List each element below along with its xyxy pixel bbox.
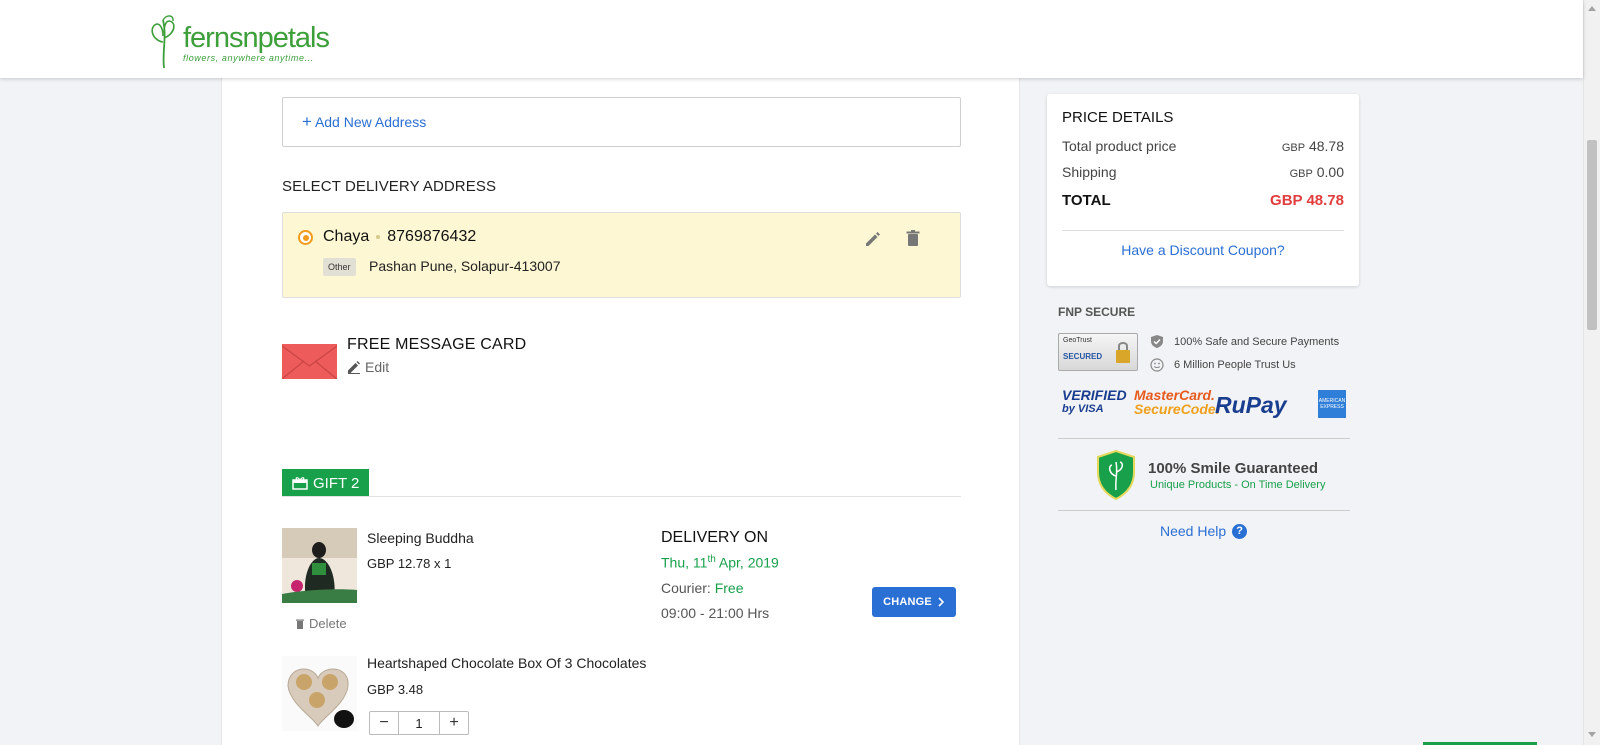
delivery-title: DELIVERY ON bbox=[661, 529, 769, 546]
need-help-link[interactable]: Need Help ? bbox=[1160, 523, 1248, 539]
divider bbox=[1058, 438, 1350, 439]
total-value: GBP 48.78 bbox=[1270, 192, 1344, 209]
gift-label: GIFT 2 bbox=[313, 474, 360, 492]
price-row: Shipping GBP 0.00 bbox=[1062, 164, 1344, 180]
trash-icon[interactable] bbox=[903, 228, 923, 248]
divider bbox=[282, 496, 961, 497]
price-details-card: PRICE DETAILS Total product price GBP 48… bbox=[1047, 94, 1359, 286]
price-row-label: Shipping bbox=[1062, 164, 1117, 180]
message-card-edit-label: Edit bbox=[365, 359, 390, 375]
smile-guarantee-shield-icon bbox=[1097, 450, 1135, 500]
address-type-badge: Other bbox=[323, 258, 356, 276]
smile-guarantee-title: 100% Smile Guaranteed bbox=[1148, 460, 1319, 477]
geotrust-badge: GeoTrust SECURED bbox=[1058, 333, 1138, 371]
increment-button[interactable]: + bbox=[440, 712, 468, 734]
address-phone: 8769876432 bbox=[387, 228, 477, 245]
price-row: Total product price GBP 48.78 bbox=[1062, 138, 1344, 154]
price-row-amount: 48.78 bbox=[1308, 138, 1344, 154]
help-question-icon: ? bbox=[1232, 523, 1248, 539]
site-header: fernsnpetals flowers, anywhere anytime..… bbox=[0, 0, 1583, 78]
checkout-main: + Add New Address SELECT DELIVERY ADDRES… bbox=[221, 78, 1020, 745]
product-delete-label: Delete bbox=[309, 616, 347, 631]
product-image-chocolate-box[interactable] bbox=[282, 656, 357, 731]
chevron-right-icon bbox=[938, 597, 945, 607]
pencil-icon[interactable] bbox=[863, 229, 883, 249]
geotrust-top: GeoTrust bbox=[1063, 337, 1092, 344]
add-address-label: Add New Address bbox=[314, 114, 427, 130]
change-label: CHANGE bbox=[883, 596, 932, 608]
product-price: GBP 12.78 x 1 bbox=[367, 556, 452, 571]
brand-name: fernsnpetals bbox=[183, 22, 330, 54]
mc-bottom: SecureCode. bbox=[1134, 401, 1220, 417]
trust-line: 100% Safe and Secure Payments bbox=[1150, 334, 1339, 349]
product-image-sleeping-buddha[interactable] bbox=[282, 528, 357, 603]
lock-icon bbox=[1116, 342, 1130, 363]
delivery-time: 09:00 - 21:00 Hrs bbox=[661, 605, 770, 621]
geotrust-label: SECURED bbox=[1063, 352, 1103, 361]
scroll-thumb[interactable] bbox=[1587, 140, 1597, 330]
divider bbox=[1062, 230, 1344, 231]
amex-logo: AMERICAN EXPRESS bbox=[1318, 390, 1346, 418]
price-row-label: Total product price bbox=[1062, 138, 1177, 154]
product-name[interactable]: Sleeping Buddha bbox=[367, 530, 474, 546]
rupay-logo: RuPay bbox=[1215, 392, 1287, 418]
change-delivery-button[interactable]: CHANGE bbox=[872, 587, 956, 617]
price-row-currency: GBP bbox=[1281, 142, 1306, 154]
need-help-label: Need Help bbox=[1160, 523, 1227, 539]
divider bbox=[1058, 510, 1350, 511]
fnp-logo-icon bbox=[151, 15, 175, 69]
scroll-up-arrow-icon[interactable] bbox=[1588, 6, 1596, 11]
trust-line-text: 100% Safe and Secure Payments bbox=[1174, 335, 1340, 348]
delivery-date-day: Thu, 11 bbox=[661, 554, 708, 571]
brand-logo[interactable]: fernsnpetals flowers, anywhere anytime..… bbox=[147, 12, 330, 70]
product-name[interactable]: Heartshaped Chocolate Box Of 3 Chocolate… bbox=[367, 655, 646, 671]
address-name: Chaya bbox=[323, 228, 370, 245]
separator-dot bbox=[376, 235, 381, 239]
trust-line-text: 6 Million People Trust Us bbox=[1174, 359, 1296, 371]
product-price: GBP 3.48 bbox=[367, 682, 424, 697]
quantity-stepper[interactable]: − 1 + bbox=[369, 711, 469, 735]
pencil-icon bbox=[348, 361, 360, 374]
discount-coupon-link[interactable]: Have a Discount Coupon? bbox=[1047, 242, 1359, 258]
total-row: TOTAL GBP 48.78 bbox=[1062, 192, 1344, 209]
smile-guarantee-subtitle: Unique Products - On Time Delivery bbox=[1150, 479, 1326, 491]
delivery-courier: Courier: Free bbox=[661, 580, 743, 596]
secure-title: FNP SECURE bbox=[1058, 305, 1136, 319]
product-delete-button[interactable]: Delete bbox=[295, 616, 347, 631]
decrement-button[interactable]: − bbox=[370, 712, 398, 734]
verified-by-visa-logo: VERIFIED by VISA bbox=[1062, 388, 1127, 416]
price-row-amount: 0.00 bbox=[1316, 164, 1344, 180]
address-line: Pashan Pune, Solapur-413007 bbox=[369, 258, 561, 274]
visa-bottom: by VISA bbox=[1062, 403, 1104, 415]
page-scrollbar[interactable] bbox=[1583, 0, 1600, 745]
gift-icon bbox=[292, 477, 308, 490]
select-address-title: SELECT DELIVERY ADDRESS bbox=[282, 178, 497, 195]
message-card-envelope-icon bbox=[282, 344, 337, 379]
message-card-edit-link[interactable]: Edit bbox=[347, 359, 389, 375]
add-new-address-button[interactable]: + Add New Address bbox=[282, 97, 961, 147]
shield-check-icon bbox=[1151, 335, 1163, 348]
quantity-value[interactable]: 1 bbox=[398, 712, 440, 734]
courier-value: Free bbox=[714, 580, 744, 596]
plus-icon: + bbox=[302, 112, 312, 131]
smiley-icon bbox=[1150, 358, 1164, 372]
message-card-title: FREE MESSAGE CARD bbox=[347, 336, 527, 353]
courier-label: Courier: bbox=[661, 580, 711, 596]
trust-line: 6 Million People Trust Us bbox=[1150, 358, 1296, 372]
price-details-title: PRICE DETAILS bbox=[1062, 109, 1174, 126]
price-row-currency: GBP bbox=[1289, 168, 1313, 180]
mastercard-securecode-logo: MasterCard. SecureCode. bbox=[1134, 388, 1220, 416]
brand-tagline: flowers, anywhere anytime... bbox=[183, 53, 314, 63]
scroll-down-arrow-icon[interactable] bbox=[1588, 732, 1596, 737]
total-label: TOTAL bbox=[1062, 192, 1111, 209]
address-contact: Chaya 8769876432 bbox=[323, 228, 476, 246]
visa-top: VERIFIED bbox=[1062, 387, 1127, 403]
delivery-date: Thu, 11th Apr, 2019 bbox=[661, 554, 779, 571]
delivery-date-suffix: th bbox=[707, 554, 716, 565]
delivery-date-rest: Apr, 2019 bbox=[715, 554, 779, 571]
trash-icon bbox=[296, 619, 304, 629]
address-card[interactable]: Chaya 8769876432 Other Pashan Pune, Sola… bbox=[282, 212, 961, 298]
gift-badge: GIFT 2 bbox=[282, 469, 370, 497]
address-radio[interactable] bbox=[298, 230, 313, 245]
